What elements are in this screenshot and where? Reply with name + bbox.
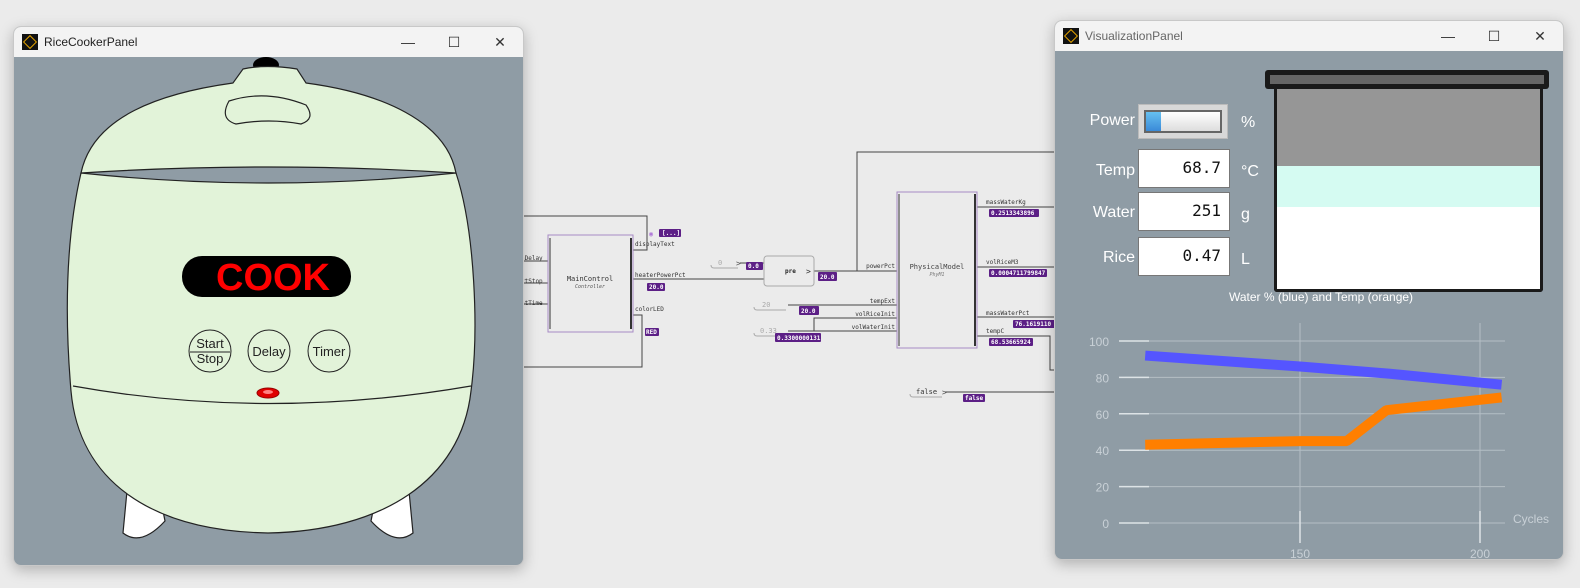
main-control-block[interactable]: MainControl Controller <box>547 234 634 333</box>
svg-text:atTime: atTime <box>521 300 543 307</box>
svg-text:RED: RED <box>646 329 657 336</box>
svg-text:rtStop: rtStop <box>521 278 543 285</box>
temp-series-line <box>1145 392 1503 450</box>
svg-text:volRiceM3: volRiceM3 <box>986 259 1019 266</box>
svg-text:tempC: tempC <box>986 328 1004 335</box>
svg-text:0.3300000131: 0.3300000131 <box>777 335 821 342</box>
pre-block[interactable]: pre > <box>763 255 815 287</box>
start-stop-button[interactable]: Start Stop <box>188 329 232 373</box>
color-led-value: RED <box>645 328 659 336</box>
svg-text:0.2513343896: 0.2513343896 <box>991 210 1035 217</box>
svg-text:[...]: [...] <box>662 230 680 237</box>
y-tick-label: 80 <box>1096 371 1110 385</box>
title-bar[interactable]: RiceCookerPanel — ☐ ✕ <box>14 27 523 57</box>
svg-text:0.33: 0.33 <box>760 327 777 335</box>
svg-text:PhyM1: PhyM1 <box>929 272 944 278</box>
svg-text:Delay: Delay <box>252 344 286 359</box>
maximize-button[interactable]: ☐ <box>431 27 477 57</box>
svg-text:Start: Start <box>196 336 224 351</box>
water-temp-chart: Water % (blue) and Temp (orange) Cycles … <box>1089 290 1549 559</box>
rice-cooker-window[interactable]: RiceCookerPanel — ☐ ✕ COOK Start Stop De… <box>13 26 524 566</box>
delay-button[interactable]: Delay <box>247 329 291 373</box>
svg-text:Stop: Stop <box>197 351 224 366</box>
svg-text:false: false <box>916 388 937 396</box>
svg-text:20.0: 20.0 <box>801 308 816 315</box>
x-tick-label: 200 <box>1470 547 1490 559</box>
svg-text:heaterPowerPct: heaterPowerPct <box>635 272 686 279</box>
svg-text:PhysicalModel: PhysicalModel <box>910 263 965 271</box>
svg-text:76.1619110: 76.1619110 <box>1015 321 1052 328</box>
svg-text:volWaterInit: volWaterInit <box>852 324 896 331</box>
const-false[interactable]: false > <box>909 388 947 398</box>
svg-text:>: > <box>736 259 741 268</box>
app-icon <box>22 34 38 50</box>
y-tick-label: 40 <box>1096 444 1110 458</box>
display-text: COOK <box>216 257 331 299</box>
svg-text:20.0: 20.0 <box>649 284 664 291</box>
y-tick-label: 0 <box>1102 517 1109 531</box>
svg-text:volRiceInit: volRiceInit <box>855 311 895 318</box>
svg-text:pre: pre <box>785 268 796 275</box>
svg-text:0.0: 0.0 <box>748 263 759 270</box>
physical-model-block[interactable]: PhysicalModel PhyM1 <box>896 191 978 349</box>
window-title: RiceCookerPanel <box>44 35 138 49</box>
close-button[interactable]: ✕ <box>477 27 523 57</box>
svg-text:0: 0 <box>718 259 722 267</box>
svg-text:false: false <box>965 395 983 402</box>
const-temp-ext[interactable]: 20 <box>753 301 786 311</box>
rice-cooker-illustration: COOK Start Stop Delay Timer <box>66 57 476 539</box>
heater-power-value: 20.0 <box>647 283 665 291</box>
svg-text:tempExt: tempExt <box>870 298 896 305</box>
y-tick-label: 60 <box>1096 408 1110 422</box>
svg-text:powerPct: powerPct <box>866 263 895 270</box>
svg-text:colorLED: colorLED <box>635 306 664 313</box>
water-pct-series-line <box>1144 350 1503 390</box>
eye-icon[interactable]: ◉ <box>649 230 653 238</box>
minimize-button[interactable]: — <box>385 27 431 57</box>
timer-button[interactable]: Timer <box>307 329 351 373</box>
y-tick-label: 100 <box>1089 335 1109 349</box>
svg-text:Timer: Timer <box>313 344 346 359</box>
svg-text:>: > <box>806 267 811 276</box>
x-axis-label: Cycles <box>1513 512 1549 526</box>
svg-text:20.0: 20.0 <box>820 274 835 281</box>
chart-title: Water % (blue) and Temp (orange) <box>1229 290 1413 304</box>
const-zero[interactable]: 0 > <box>710 259 741 269</box>
svg-text:massWaterKg: massWaterKg <box>986 199 1026 206</box>
svg-text:68.53665924: 68.53665924 <box>991 339 1031 346</box>
main-control-name: MainControl <box>567 275 613 283</box>
x-tick-label: 150 <box>1290 547 1310 559</box>
visualization-window[interactable]: VisualizationPanel — ☐ ✕ Power % Temp 68… <box>1054 20 1564 560</box>
svg-text:0.0004711799847: 0.0004711799847 <box>991 270 1046 277</box>
display-text-value: [...] <box>659 229 681 237</box>
svg-text:massWaterPct: massWaterPct <box>986 310 1030 317</box>
y-tick-label: 20 <box>1096 481 1110 495</box>
svg-text:>: > <box>942 388 947 397</box>
svg-text:20: 20 <box>762 301 770 309</box>
svg-text:nDelay: nDelay <box>521 255 543 262</box>
svg-text:Controller: Controller <box>575 284 605 290</box>
svg-text:displayText: displayText <box>635 241 675 248</box>
